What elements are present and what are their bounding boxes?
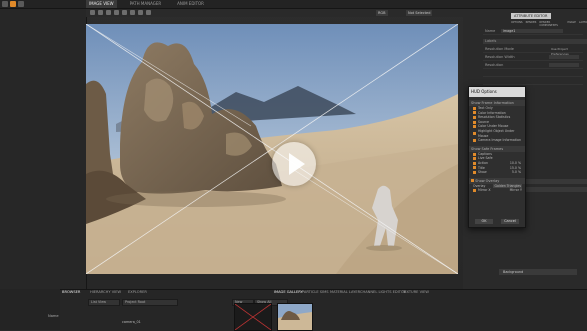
empty-thumbnail[interactable] <box>234 303 272 331</box>
hud-options-dialog: HUD Options Show Frame Information Text … <box>468 86 526 228</box>
tool-icon[interactable] <box>18 1 24 7</box>
selection-dropdown[interactable]: Not Selected <box>406 10 433 16</box>
percent-value[interactable]: 5.0 % <box>512 170 521 175</box>
tab-hierarchy-view[interactable]: HIERARCHY VIEW <box>90 289 121 296</box>
option-highlight-object[interactable]: Highlight Object Under Mouse <box>469 129 525 138</box>
tab-channel-lights[interactable]: CHANNEL LIGHTS EDITOR <box>360 289 406 296</box>
left-bottom-panel <box>0 289 60 330</box>
labels-section[interactable]: Labels <box>483 39 587 44</box>
thumbnail-image <box>278 304 312 330</box>
tab-path-manager[interactable]: PATH MANAGER <box>127 0 165 8</box>
option-show[interactable]: Show 5.0 % <box>469 170 525 175</box>
list-view-dropdown[interactable]: List View <box>88 299 120 306</box>
dialog-title: HUD Options <box>469 87 525 97</box>
subtab-image[interactable]: IMAGE <box>568 21 576 27</box>
attribute-label: Resolution <box>485 63 504 67</box>
checkbox-icon[interactable] <box>473 132 476 136</box>
attribute-label: Resolution Mode <box>485 47 514 51</box>
checkbox-icon[interactable] <box>473 120 476 124</box>
subtab-options[interactable]: OPTIONS <box>511 21 523 27</box>
viewport-toolbar: RGB Not Selected <box>86 9 466 17</box>
checkbox-icon[interactable] <box>473 189 476 193</box>
attribute-label: Resolution Width <box>485 55 515 59</box>
snapshot-icon[interactable] <box>146 10 151 15</box>
labels-section-title: Labels <box>485 39 497 43</box>
attribute-value[interactable] <box>549 63 579 67</box>
tool-icon[interactable] <box>2 1 8 7</box>
attribute-value[interactable] <box>549 55 579 59</box>
subtab-render-components[interactable]: RENDER COMPONENTS <box>539 21 564 27</box>
bottom-panel: BROWSER HIERARCHY VIEW EXPLORER IMAGE GA… <box>48 289 587 331</box>
checkbox-icon[interactable] <box>473 170 476 174</box>
name-field[interactable]: image1 <box>501 29 563 33</box>
option-label: Highlight Object Under Mouse <box>477 128 515 138</box>
empty-thumbnail-cross-icon <box>234 303 272 331</box>
subtab-layer[interactable]: LAYER <box>579 21 587 27</box>
mirror-row: Mirror X Mirror Y <box>469 188 525 193</box>
checkbox-icon[interactable] <box>473 125 476 129</box>
region-icon[interactable] <box>122 10 127 15</box>
tab-particle-sims[interactable]: PARTICLE SIMS <box>302 289 329 296</box>
top-tabs: IMAGE VIEW PATH MANAGER ANIM EDITOR <box>86 0 207 8</box>
checkbox-icon[interactable] <box>473 166 476 170</box>
tab-image-gallery[interactable]: IMAGE GALLERY <box>274 289 303 296</box>
option-label: Camera Image Information <box>478 138 521 143</box>
rendered-desert-scene <box>86 24 458 274</box>
checkbox-icon[interactable] <box>473 157 476 161</box>
name-label: Name <box>485 29 496 33</box>
channel-icon[interactable] <box>114 10 119 15</box>
render-icon[interactable] <box>106 10 111 15</box>
top-bar: IMAGE VIEW PATH MANAGER ANIM EDITOR <box>0 0 587 9</box>
name-column-header: Name <box>48 314 59 318</box>
name-row: Name image1 <box>483 29 583 35</box>
tab-browser[interactable]: BROWSER <box>62 289 80 296</box>
left-column <box>0 0 87 330</box>
top-left-tools <box>2 1 24 7</box>
attribute-row: Resolution Width <box>483 55 583 61</box>
attribute-row <box>483 71 583 77</box>
checkbox-icon[interactable] <box>471 178 474 182</box>
render-viewport[interactable] <box>86 24 458 274</box>
subtab-render[interactable]: RENDER <box>526 21 537 27</box>
overlay-icon[interactable] <box>130 10 135 15</box>
ok-button[interactable]: OK <box>475 219 493 224</box>
mirror-x-label: Mirror X <box>478 188 491 193</box>
tab-explorer[interactable]: EXPLORER <box>128 289 147 296</box>
attribute-row: Resolution <box>483 63 583 69</box>
checkbox-icon[interactable] <box>473 161 476 165</box>
tab-image-view[interactable]: IMAGE VIEW <box>86 0 117 8</box>
render-thumbnail[interactable] <box>277 303 313 331</box>
play-icon[interactable] <box>272 142 316 186</box>
attribute-subtabs: OPTIONS RENDER RENDER COMPONENTS IMAGE L… <box>511 21 587 27</box>
zoom-icon[interactable] <box>90 10 95 15</box>
checkbox-icon[interactable] <box>473 138 476 142</box>
tree-item[interactable]: camera_01 <box>122 320 141 324</box>
tab-material-layer[interactable]: MATERIAL LAYER <box>330 289 360 296</box>
cancel-button[interactable]: Cancel <box>501 219 519 224</box>
tab-texture-view[interactable]: TEXTURE VIEW <box>402 289 429 296</box>
checkbox-icon[interactable] <box>473 106 476 110</box>
project-root-dropdown[interactable]: Project Root <box>122 299 178 306</box>
layer-name[interactable]: Background <box>499 269 577 275</box>
section-label: Show Overlay <box>475 178 500 183</box>
option-camera-image-info[interactable]: Camera Image Information <box>469 138 525 143</box>
orange-tool-icon[interactable] <box>10 1 16 7</box>
attribute-row: Resolution Mode Use Project Preferences <box>483 47 583 56</box>
mirror-y-label[interactable]: Mirror Y <box>510 188 522 193</box>
grid-icon[interactable] <box>138 10 143 15</box>
tab-anim-editor[interactable]: ANIM EDITOR <box>174 0 207 8</box>
attribute-panel-header: ATTRIBUTE EDITOR <box>511 13 551 19</box>
viewport-tool-icons <box>90 10 151 15</box>
checkbox-icon[interactable] <box>473 111 476 115</box>
app-window: IMAGE VIEW PATH MANAGER ANIM EDITOR RGB … <box>0 0 587 331</box>
checkbox-icon[interactable] <box>473 115 476 119</box>
option-label: Show <box>478 170 487 175</box>
checkbox-icon[interactable] <box>473 152 476 156</box>
channel-dropdown[interactable]: RGB <box>376 10 388 16</box>
pan-icon[interactable] <box>98 10 103 15</box>
attribute-row <box>483 79 583 85</box>
